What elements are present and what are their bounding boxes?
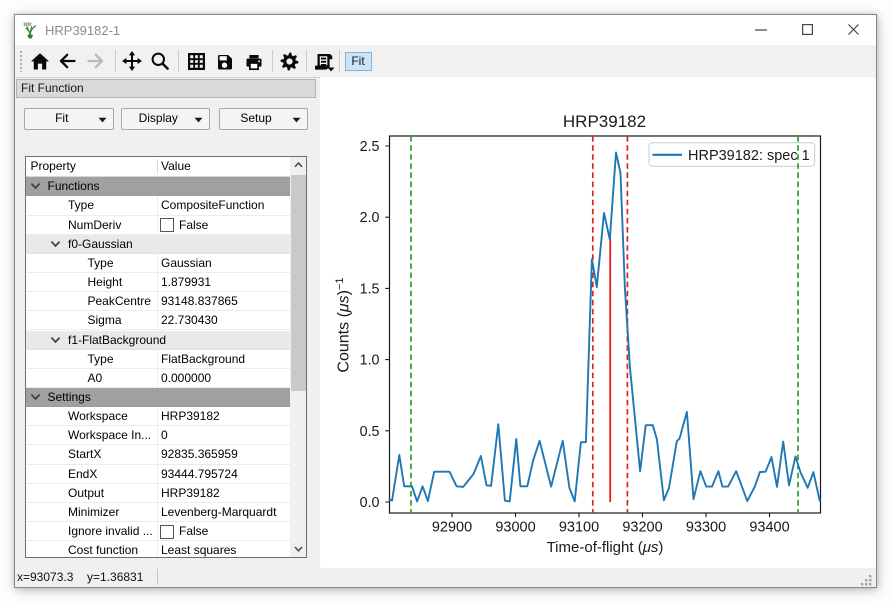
svg-text:2.5: 2.5: [360, 139, 380, 155]
svg-text:92900: 92900: [432, 520, 472, 536]
svg-text:HRP39182: HRP39182: [563, 112, 646, 131]
svg-text:2.0: 2.0: [360, 210, 380, 226]
svg-text:1.0: 1.0: [360, 353, 380, 369]
svg-text:Time-of-flight (μs): Time-of-flight (μs): [547, 539, 664, 556]
svg-text:93200: 93200: [622, 520, 662, 536]
svg-text:93300: 93300: [686, 520, 726, 536]
svg-text:93100: 93100: [559, 520, 599, 536]
svg-text:93000: 93000: [495, 520, 535, 536]
svg-text:0.0: 0.0: [360, 495, 380, 511]
svg-text:Counts (μs)−1: Counts (μs)−1: [334, 277, 353, 372]
svg-text:0.5: 0.5: [360, 424, 380, 440]
svg-text:93400: 93400: [749, 520, 789, 536]
svg-text:HRP39182: spec 1: HRP39182: spec 1: [688, 148, 810, 164]
svg-text:1.5: 1.5: [360, 281, 380, 297]
